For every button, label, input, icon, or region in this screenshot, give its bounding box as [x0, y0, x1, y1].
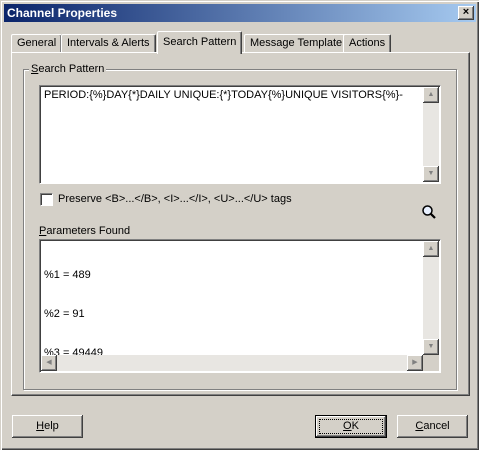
search-pattern-value: PERIOD:{%}DAY{*}DAILY UNIQUE:{*}TODAY{%}… — [44, 89, 403, 101]
parameters-found-label: Parameters Found — [39, 225, 131, 237]
help-button[interactable]: Help — [12, 415, 83, 438]
focus-rectangle — [319, 419, 383, 434]
tab-actions[interactable]: Actions — [343, 34, 392, 53]
parameters-horizontal-scrollbar[interactable]: ◀ ▶ — [41, 355, 423, 371]
tab-intervals-alerts[interactable]: Intervals & Alerts — [61, 34, 156, 53]
scroll-down-icon[interactable]: ▼ — [423, 166, 439, 182]
parameter-line: %2 = 91 — [44, 308, 85, 320]
scroll-left-icon[interactable]: ◀ — [41, 355, 57, 371]
search-pattern-group-label: Search Pattern — [29, 63, 107, 75]
scroll-up-icon[interactable]: ▲ — [423, 241, 439, 257]
scroll-up-icon[interactable]: ▲ — [423, 87, 439, 103]
preserve-tags-label[interactable]: Preserve <B>...</B>, <I>...</I>, <U>...<… — [58, 193, 292, 205]
parameter-line: %1 = 489 — [44, 269, 91, 281]
scrollbar-corner — [423, 355, 439, 371]
channel-properties-dialog: Channel Properties × General Intervals &… — [0, 0, 479, 450]
ok-button[interactable]: OK — [315, 415, 387, 438]
scroll-right-icon[interactable]: ▶ — [407, 355, 423, 371]
tab-search-pattern[interactable]: Search Pattern — [157, 31, 243, 54]
search-pattern-textarea[interactable]: PERIOD:{%}DAY{*}DAILY UNIQUE:{*}TODAY{%}… — [39, 85, 441, 184]
parameters-found-list[interactable]: %1 = 489 %2 = 91 %3 = 49449 ▲ ▼ ◀ ▶ — [39, 239, 441, 373]
tab-general[interactable]: General — [11, 34, 63, 53]
search-pattern-vertical-scrollbar[interactable]: ▲ ▼ — [423, 87, 439, 182]
scroll-down-icon[interactable]: ▼ — [423, 339, 439, 355]
parameters-vertical-scrollbar[interactable]: ▲ ▼ — [423, 241, 439, 355]
tab-message-template[interactable]: Message Template — [244, 34, 349, 53]
title-bar[interactable]: Channel Properties × — [4, 4, 476, 22]
search-icon[interactable] — [421, 204, 437, 220]
preserve-tags-checkbox[interactable] — [40, 193, 53, 206]
cancel-button[interactable]: Cancel — [397, 415, 468, 438]
close-icon[interactable]: × — [458, 6, 474, 20]
dialog-title: Channel Properties — [7, 6, 118, 20]
